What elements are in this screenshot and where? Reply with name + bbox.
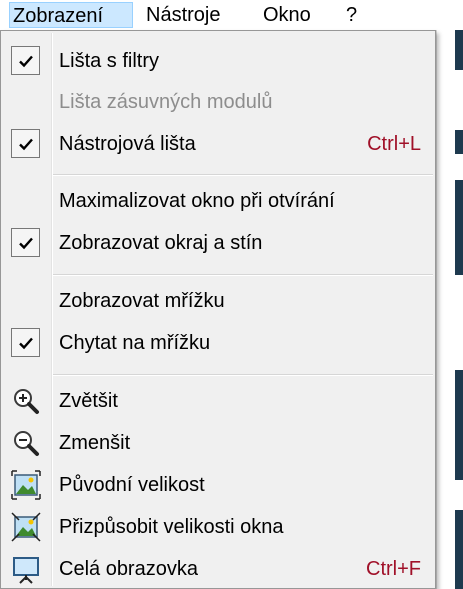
check-icon: [11, 228, 40, 257]
menu-okno[interactable]: Okno: [260, 2, 314, 28]
fit-window-icon: [11, 512, 41, 542]
menu-item-show-grid[interactable]: Zobrazovat mřížku: [3, 281, 433, 321]
menu-item-fit-window[interactable]: Přizpůsobit velikosti okna: [3, 507, 433, 547]
menu-item-label: Celá obrazovka: [59, 558, 198, 580]
menu-item-fullscreen[interactable]: Celá obrazovka Ctrl+F: [3, 549, 433, 589]
menu-item-label: Přizpůsobit velikosti okna: [59, 516, 284, 538]
menu-item-label: Zvětšit: [59, 390, 118, 412]
original-size-icon: [11, 470, 41, 500]
view-menu-dropdown: Lišta s filtry Lišta zásuvných modulů Ná…: [0, 30, 436, 589]
menu-separator: [53, 374, 433, 376]
menu-item-shortcut: Ctrl+F: [366, 558, 421, 580]
menu-separator: [53, 274, 433, 276]
menu-item-zoom-in[interactable]: Zvětšit: [3, 381, 433, 421]
menu-item-label: Zobrazovat okraj a stín: [59, 232, 263, 254]
fullscreen-icon: [13, 557, 39, 584]
menu-separator: [53, 174, 433, 176]
menu-item-label: Nástrojová lišta: [59, 133, 196, 155]
background-window-edge: [436, 30, 463, 589]
zoom-out-icon: [14, 431, 39, 456]
menu-item-label: Maximalizovat okno při otvírání: [59, 190, 335, 212]
check-icon: [11, 328, 40, 357]
menu-item-zoom-out[interactable]: Zmenšit: [3, 423, 433, 463]
check-icon: [11, 129, 40, 158]
menu-item-filter-bar[interactable]: Lišta s filtry: [3, 41, 433, 81]
menu-item-label: Lišta zásuvných modulů: [59, 91, 273, 113]
menu-bar: Zobrazení Nástroje Okno ?: [0, 0, 463, 31]
menu-item-label: Původní velikost: [59, 474, 205, 496]
menu-item-label: Zobrazovat mřížku: [59, 290, 225, 312]
menu-item-shortcut: Ctrl+L: [367, 133, 421, 155]
zoom-in-icon: [14, 389, 39, 414]
menu-help[interactable]: ?: [343, 2, 360, 28]
menu-item-toolbar[interactable]: Nástrojová lišta Ctrl+L: [3, 124, 433, 164]
menu-item-label: Zmenšit: [59, 432, 131, 454]
menu-item-label: Lišta s filtry: [59, 50, 160, 72]
menu-item-label: Chytat na mřížku: [59, 332, 211, 354]
menu-item-original-size[interactable]: Původní velikost: [3, 465, 433, 505]
menu-item-snap-to-grid[interactable]: Chytat na mřížku: [3, 323, 433, 363]
menu-zobrazeni[interactable]: Zobrazení: [9, 2, 133, 28]
menu-item-show-border-shadow[interactable]: Zobrazovat okraj a stín: [3, 223, 433, 263]
check-icon: [11, 46, 40, 75]
menu-nastroje[interactable]: Nástroje: [143, 2, 223, 28]
menu-item-plugin-bar[interactable]: Lišta zásuvných modulů: [3, 82, 433, 122]
menu-item-maximize-on-open[interactable]: Maximalizovat okno při otvírání: [3, 181, 433, 221]
